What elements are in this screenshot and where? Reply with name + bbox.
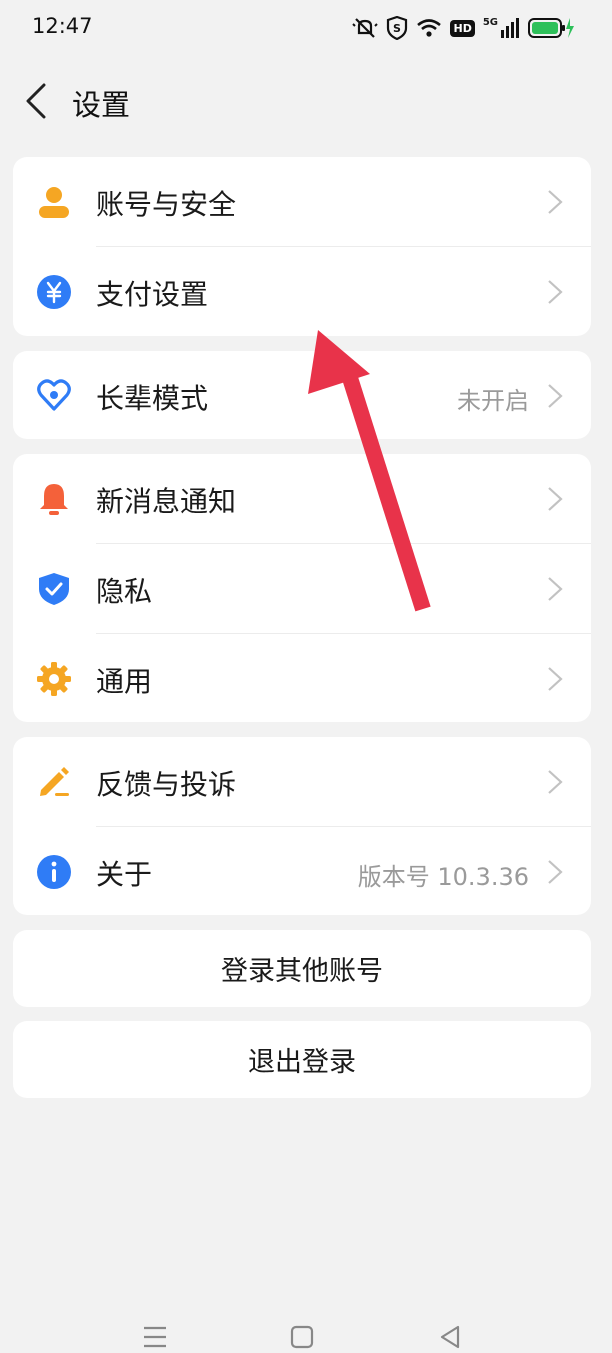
settings-group-elder: 长辈模式 未开启: [13, 351, 591, 439]
menu-icon[interactable]: [140, 1324, 170, 1350]
wifi-icon: [417, 19, 442, 37]
row-account-security[interactable]: 账号与安全: [13, 157, 591, 246]
row-feedback[interactable]: 反馈与投诉: [13, 737, 591, 826]
network-type: 5G: [482, 17, 498, 28]
chevron-right-icon: [548, 667, 563, 691]
home-icon[interactable]: [287, 1324, 317, 1350]
user-icon: [39, 187, 69, 218]
mute-icon: [352, 18, 379, 38]
svg-text:S: S: [394, 22, 402, 35]
heart-icon: [37, 379, 71, 411]
row-label: 关于: [96, 858, 153, 891]
pencil-icon: [40, 767, 69, 796]
info-icon: [37, 855, 71, 889]
row-privacy[interactable]: 隐私: [13, 544, 591, 633]
security-s-icon: S: [387, 16, 408, 40]
hd-badge: HD: [450, 19, 475, 37]
back-button[interactable]: [14, 76, 58, 126]
back-triangle-icon[interactable]: [436, 1324, 466, 1350]
chevron-right-icon: [548, 487, 563, 511]
gear-icon: [37, 662, 71, 696]
chevron-right-icon: [548, 190, 563, 214]
row-label: 账号与安全: [96, 188, 237, 221]
row-elder-mode[interactable]: 长辈模式 未开启: [13, 351, 591, 439]
row-notifications[interactable]: 新消息通知: [13, 454, 591, 543]
chevron-left-icon: [26, 83, 46, 119]
row-label: 通用: [96, 665, 153, 698]
yuan-icon: [37, 275, 71, 309]
row-label: 反馈与投诉: [96, 768, 237, 801]
system-nav-bar: [0, 1318, 612, 1353]
row-payment-settings[interactable]: 支付设置: [13, 247, 591, 336]
row-value: 未开启: [457, 387, 529, 415]
page-title: 设置: [72, 88, 131, 122]
chevron-right-icon: [548, 280, 563, 304]
login-other-account-button[interactable]: 登录其他账号: [13, 930, 591, 1007]
status-time: 12:47: [32, 14, 93, 38]
row-label: 新消息通知: [96, 485, 237, 518]
chevron-right-icon: [548, 860, 563, 884]
chevron-right-icon: [548, 384, 563, 408]
signal-indicator: 5G: [483, 18, 520, 38]
chevron-right-icon: [548, 770, 563, 794]
shield-icon: [39, 573, 69, 605]
row-label: 长辈模式: [96, 382, 209, 415]
row-label: 隐私: [96, 575, 153, 608]
settings-group-account: 账号与安全 支付设置: [13, 157, 591, 336]
row-about[interactable]: 关于 版本号 10.3.36: [13, 827, 591, 916]
header: 设置: [0, 66, 612, 136]
row-value: 版本号 10.3.36: [357, 863, 529, 891]
settings-group-about: 反馈与投诉 关于 版本号 10.3.36: [13, 737, 591, 915]
status-icons: S HD 5G: [352, 14, 574, 42]
row-general[interactable]: 通用: [13, 634, 591, 723]
settings-group-general: 新消息通知 隐私 通用: [13, 454, 591, 722]
bell-icon: [40, 484, 68, 515]
chevron-right-icon: [548, 577, 563, 601]
logout-button[interactable]: 退出登录: [13, 1021, 591, 1098]
battery-icon: [528, 18, 574, 38]
row-label: 支付设置: [96, 278, 209, 311]
status-bar: 12:47 S HD 5G: [0, 0, 612, 56]
signal-icon: [501, 18, 519, 38]
